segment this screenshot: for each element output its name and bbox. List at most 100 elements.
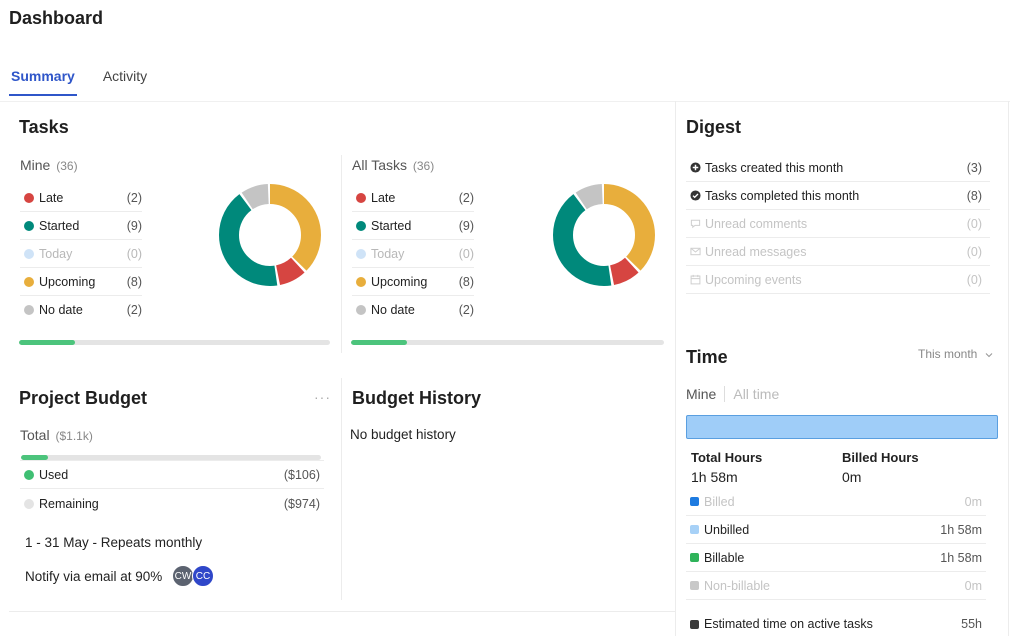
billed-hours-label: Billed Hours bbox=[842, 450, 919, 465]
mine-label: Mine bbox=[20, 157, 51, 173]
digest-row-comments[interactable]: Unread comments (0) bbox=[686, 210, 990, 238]
calendar-icon bbox=[690, 274, 701, 285]
legend-swatch bbox=[690, 525, 699, 534]
bottom-divider bbox=[9, 611, 675, 612]
task-row-no-date[interactable]: No date (2) bbox=[352, 296, 474, 324]
task-count: (2) bbox=[458, 190, 474, 205]
time-title: Time bbox=[686, 347, 728, 367]
task-row-today[interactable]: Today (0) bbox=[352, 240, 474, 268]
tasks-divider bbox=[341, 155, 342, 353]
budget-row-used: Used ($106) bbox=[20, 460, 324, 489]
budget-total: Total ($1.1k) bbox=[20, 427, 93, 443]
task-row-started[interactable]: Started (9) bbox=[20, 212, 142, 240]
task-label: Upcoming bbox=[371, 274, 428, 289]
digest-count: (8) bbox=[966, 188, 982, 203]
task-row-today[interactable]: Today (0) bbox=[20, 240, 142, 268]
digest-count: (0) bbox=[966, 272, 982, 287]
status-dot bbox=[24, 469, 34, 480]
budget-notify: Notify via email at 90% bbox=[25, 569, 163, 584]
time-period-dropdown[interactable]: This month bbox=[918, 347, 993, 361]
digest-label: Unread messages bbox=[705, 244, 807, 259]
task-row-upcoming[interactable]: Upcoming (8) bbox=[352, 268, 474, 296]
digest-label: Tasks created this month bbox=[705, 160, 844, 175]
mine-count: (36) bbox=[56, 159, 78, 173]
budget-row-remaining: Remaining ($974) bbox=[20, 489, 324, 518]
tab-summary[interactable]: Summary bbox=[9, 66, 77, 96]
budget-divider bbox=[341, 378, 342, 600]
total-hours-value: 1h 58m bbox=[691, 469, 738, 485]
right-column-divider bbox=[675, 101, 676, 636]
budget-history-title: Budget History bbox=[352, 388, 482, 408]
legend-swatch bbox=[690, 619, 699, 629]
time-value: 0m bbox=[964, 578, 982, 593]
digest-row-completed[interactable]: Tasks completed this month (8) bbox=[686, 182, 990, 210]
time-toggle-all-time[interactable]: All time bbox=[733, 386, 779, 402]
task-row-late[interactable]: Late (2) bbox=[352, 184, 474, 212]
task-row-started[interactable]: Started (9) bbox=[352, 212, 474, 240]
digest-row-events[interactable]: Upcoming events (0) bbox=[686, 266, 990, 294]
status-dot bbox=[356, 248, 366, 259]
task-count: (0) bbox=[458, 246, 474, 261]
avatar[interactable]: CC bbox=[192, 565, 214, 587]
budget-total-value: ($1.1k) bbox=[55, 429, 93, 443]
status-dot bbox=[24, 192, 34, 203]
task-label: Today bbox=[39, 246, 73, 261]
digest-row-messages[interactable]: Unread messages (0) bbox=[686, 238, 990, 266]
budget-history-empty: No budget history bbox=[350, 427, 456, 442]
tasks-title: Tasks bbox=[19, 117, 69, 137]
task-count: (8) bbox=[458, 274, 474, 289]
all-task-list: Late (2) Started (9) Today (0) Upcoming (8) … bbox=[352, 184, 474, 324]
more-options-icon[interactable]: ··· bbox=[314, 389, 331, 405]
status-dot bbox=[356, 305, 366, 315]
plus-circle-icon bbox=[690, 162, 701, 173]
task-row-no-date[interactable]: No date (2) bbox=[20, 296, 142, 324]
task-label: No date bbox=[39, 303, 83, 317]
task-count: (8) bbox=[126, 274, 142, 289]
task-label: Started bbox=[39, 218, 80, 233]
time-label: Billable bbox=[704, 550, 745, 565]
all-tasks-progress-bar bbox=[351, 340, 664, 345]
task-count: (0) bbox=[126, 246, 142, 261]
check-circle-icon bbox=[690, 190, 701, 201]
mine-progress-fill bbox=[19, 340, 75, 345]
envelope-icon bbox=[690, 247, 701, 256]
all-tasks-count: (36) bbox=[412, 159, 435, 173]
time-label: Billed bbox=[704, 494, 735, 509]
task-label: Started bbox=[371, 218, 412, 233]
project-budget-title: Project Budget bbox=[19, 388, 148, 408]
time-value: 1h 58m bbox=[940, 550, 982, 565]
task-count: (2) bbox=[126, 303, 142, 317]
all-tasks-subtitle: All Tasks (36) bbox=[352, 157, 434, 173]
budget-total-label: Total bbox=[20, 427, 50, 443]
time-label: Non-billable bbox=[704, 578, 771, 593]
chevron-down-icon bbox=[985, 353, 993, 358]
mine-progress-bar bbox=[19, 340, 330, 345]
status-dot bbox=[356, 220, 366, 231]
time-row-unbilled: Unbilled 1h 58m bbox=[686, 516, 986, 544]
budget-label: Remaining bbox=[39, 496, 99, 511]
task-label: Late bbox=[39, 190, 64, 205]
tab-activity[interactable]: Activity bbox=[101, 66, 149, 96]
budget-schedule: 1 - 31 May - Repeats monthly bbox=[25, 535, 203, 550]
all-tasks-label: All Tasks bbox=[352, 157, 407, 173]
legend-swatch bbox=[690, 553, 699, 562]
all-tasks-donut-chart[interactable] bbox=[552, 183, 656, 287]
avatar[interactable]: CW bbox=[172, 565, 194, 587]
budget-value: ($106) bbox=[283, 467, 320, 482]
page-title: Dashboard bbox=[9, 8, 104, 28]
right-edge-divider bbox=[1008, 101, 1009, 636]
status-dot bbox=[356, 276, 366, 287]
mine-task-list: Late (2) Started (9) Today (0) Upcoming (8) … bbox=[20, 184, 142, 324]
mine-donut-chart[interactable] bbox=[218, 183, 322, 287]
task-count: (9) bbox=[458, 218, 474, 233]
digest-label: Unread comments bbox=[705, 216, 808, 231]
task-count: (9) bbox=[126, 218, 142, 233]
billed-hours-value: 0m bbox=[842, 469, 862, 485]
header-divider bbox=[0, 101, 1010, 102]
task-row-upcoming[interactable]: Upcoming (8) bbox=[20, 268, 142, 296]
time-toggle-mine[interactable]: Mine bbox=[686, 386, 716, 402]
all-tasks-progress-fill bbox=[351, 340, 408, 345]
digest-row-created[interactable]: Tasks created this month (3) bbox=[686, 154, 990, 182]
task-row-late[interactable]: Late (2) bbox=[20, 184, 142, 212]
task-count: (2) bbox=[458, 303, 474, 317]
